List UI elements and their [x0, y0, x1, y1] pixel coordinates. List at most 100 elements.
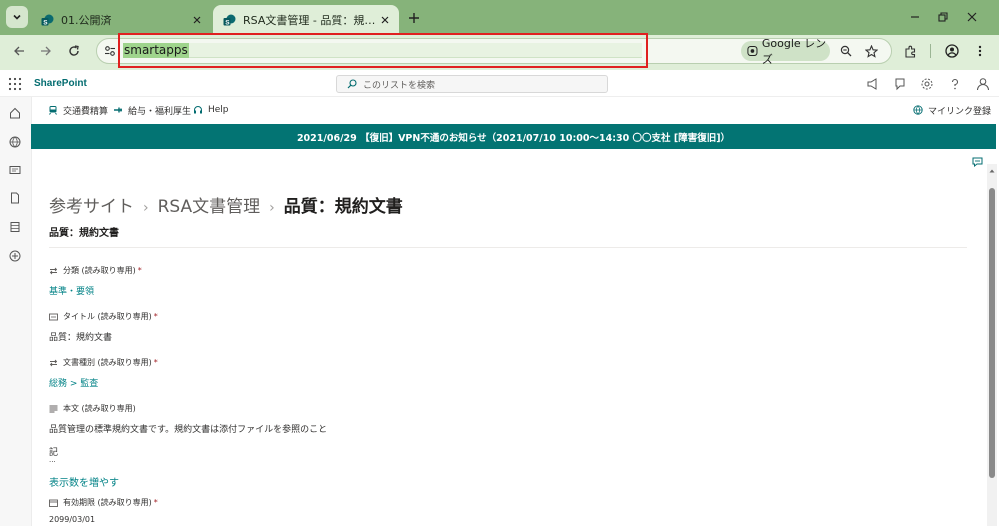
field-label-text: 本文 (読み取り専用) — [63, 404, 136, 413]
close-tab-button[interactable] — [377, 12, 393, 28]
field-label-text: 文書種別 (読み取り専用) — [63, 358, 152, 367]
my-links-label: マイリンク登録 — [928, 106, 992, 117]
site-info-button[interactable] — [101, 42, 119, 60]
calendar-icon — [49, 499, 58, 507]
required-marker: * — [137, 266, 142, 275]
sharepoint-favicon-icon: S — [223, 14, 236, 26]
browser-menu-button[interactable] — [970, 41, 990, 61]
sharepoint-brand-link[interactable]: SharePoint — [34, 78, 87, 89]
document-icon[interactable] — [9, 192, 21, 204]
forward-button[interactable] — [36, 41, 56, 61]
field-value-doc-type[interactable]: 総務 > 監査 — [49, 376, 98, 389]
tab-search-button[interactable] — [6, 6, 28, 28]
hub-link-travel-expenses[interactable]: 交通費精算 — [48, 104, 108, 117]
headset-icon — [194, 106, 202, 114]
scrollbar-thumb[interactable] — [989, 188, 995, 478]
new-tab-button[interactable] — [404, 8, 424, 28]
breadcrumb-item-list[interactable]: RSA文書管理 — [158, 192, 261, 217]
breadcrumb-item-site[interactable]: 参考サイト — [49, 192, 134, 217]
feedback-icon[interactable] — [893, 77, 907, 91]
reload-icon — [69, 45, 79, 56]
sharepoint-favicon-icon: S — [41, 14, 54, 26]
field-label-title: タイトル (読み取り専用) * — [49, 311, 158, 322]
close-window-button[interactable] — [961, 6, 983, 28]
field-label-body: 本文 (読み取り専用) — [49, 403, 136, 414]
bookmark-button[interactable] — [861, 41, 881, 61]
breadcrumb-separator: › — [269, 200, 275, 216]
sharepoint-app-bar — [0, 97, 32, 526]
text-field-icon — [49, 313, 58, 320]
profile-button[interactable] — [942, 41, 962, 61]
field-label-text: 有効期限 (読み取り専用) — [63, 498, 152, 507]
hub-link-help[interactable]: Help — [193, 104, 229, 116]
close-icon — [193, 16, 201, 24]
tab-title: 01.公開済 — [61, 14, 112, 27]
announcement-text: 2021/06/29 【復旧】VPN不通のお知らせ（2021/07/10 10:… — [296, 132, 731, 144]
zoom-out-icon — [840, 45, 852, 57]
field-label-text: タイトル (読み取り専用) — [63, 312, 152, 321]
field-value-category[interactable]: 基準・要領 — [49, 284, 94, 297]
search-icon — [347, 79, 357, 89]
arrow-left-icon — [14, 46, 24, 56]
pin-icon — [114, 107, 122, 113]
home-icon[interactable] — [9, 107, 21, 119]
breadcrumb-separator: › — [143, 200, 149, 216]
hub-link-payroll-benefits[interactable]: 給与・福利厚生 — [113, 104, 191, 117]
multiline-text-icon — [49, 405, 58, 412]
profile-icon — [945, 44, 959, 58]
close-icon — [967, 12, 977, 22]
restore-window-button[interactable] — [932, 6, 954, 28]
google-lens-label: Google レンズ — [761, 37, 827, 66]
required-marker: * — [153, 498, 158, 507]
globe-icon[interactable] — [9, 136, 21, 148]
megaphone-icon[interactable] — [866, 77, 880, 91]
content-divider — [49, 247, 967, 248]
my-links-button[interactable]: マイリンク登録 — [913, 104, 992, 117]
more-vertical-icon — [978, 45, 982, 57]
search-placeholder: このリストを検索 — [363, 80, 436, 91]
gear-icon[interactable] — [920, 77, 934, 91]
app-launcher-icon[interactable] — [8, 77, 22, 91]
chevron-down-icon — [13, 14, 21, 20]
swap-icon — [49, 359, 58, 366]
news-icon[interactable] — [9, 164, 21, 176]
extensions-button[interactable] — [900, 41, 920, 61]
minimize-icon — [911, 16, 919, 18]
hub-link-label: Help — [208, 105, 229, 115]
close-icon — [381, 16, 389, 24]
list-search-box[interactable]: このリストを検索 — [336, 75, 608, 93]
field-value-body-ellipsis: ... — [49, 456, 56, 464]
toolbar-separator — [930, 44, 931, 58]
help-icon[interactable] — [948, 77, 962, 91]
zoom-button[interactable] — [836, 41, 856, 61]
field-label-category: 分類 (読み取り専用) * — [49, 265, 142, 276]
field-label-doc-type: 文書種別 (読み取り専用) * — [49, 357, 158, 368]
announcement-banner[interactable]: 2021/06/29 【復旧】VPN不通のお知らせ（2021/07/10 10:… — [31, 124, 996, 149]
plus-icon — [409, 13, 419, 23]
browser-tab-active[interactable]: S RSA文書管理 - 品質：規約文書 — [213, 5, 399, 35]
field-value-title: 品質：規約文書 — [49, 333, 113, 343]
item-title: 品質：規約文書 — [49, 228, 119, 239]
field-value-body-line: 品質管理の標準規約文書です。規約文書は添付ファイルを参照のこと — [49, 425, 328, 435]
field-value-expiry: 2099/03/01 — [49, 515, 96, 524]
field-label-expiry: 有効期限 (読み取り専用) * — [49, 497, 158, 508]
swap-icon — [49, 267, 58, 274]
reload-button[interactable] — [64, 41, 84, 61]
show-more-link[interactable]: 表示数を増やす — [49, 474, 119, 489]
back-button[interactable] — [9, 41, 29, 61]
minimize-window-button[interactable] — [904, 6, 926, 28]
scroll-up-arrow-icon[interactable] — [987, 166, 997, 176]
red-highlight-box — [118, 33, 648, 68]
field-label-text: 分類 (読み取り専用) — [63, 266, 136, 275]
comment-icon[interactable] — [972, 157, 983, 167]
lists-icon[interactable] — [9, 221, 21, 233]
breadcrumb-item-current: 品質：規約文書 — [283, 197, 403, 217]
browser-tab-published[interactable]: S 01.公開済 — [31, 5, 211, 35]
user-account-icon[interactable] — [976, 77, 990, 91]
close-tab-button[interactable] — [189, 12, 205, 28]
lens-icon — [747, 45, 758, 57]
google-lens-button[interactable]: Google レンズ — [741, 37, 830, 66]
tune-icon — [105, 46, 115, 56]
create-icon[interactable] — [9, 250, 21, 262]
svg-text:S: S — [225, 19, 230, 26]
